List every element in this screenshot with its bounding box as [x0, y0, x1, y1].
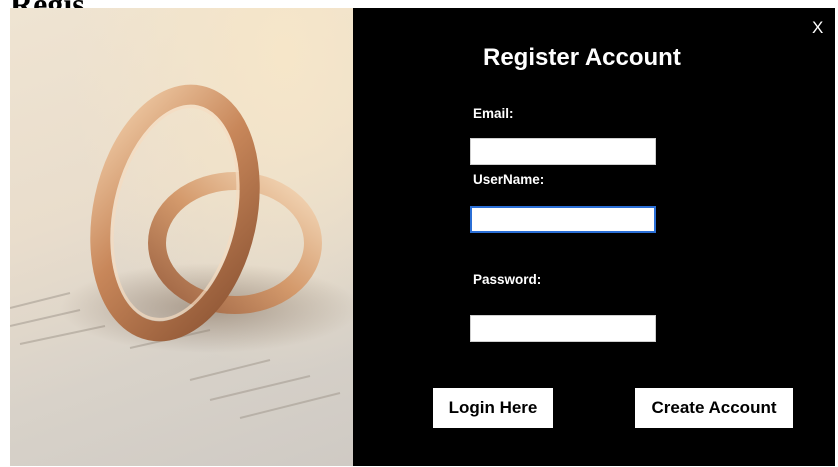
close-button[interactable]: X: [812, 18, 823, 38]
wedding-rings-illustration: [10, 84, 353, 419]
email-label: Email:: [473, 106, 514, 121]
create-account-button[interactable]: Create Account: [635, 388, 793, 428]
email-field[interactable]: [470, 138, 656, 165]
username-label: UserName:: [473, 172, 545, 187]
form-title: Register Account: [483, 44, 681, 71]
register-window: X Register Account Email: UserName: Pass…: [10, 8, 835, 466]
password-label: Password:: [473, 272, 542, 287]
login-here-button[interactable]: Login Here: [433, 388, 553, 428]
username-field[interactable]: [470, 206, 656, 233]
password-field[interactable]: [470, 315, 656, 342]
hero-image: [10, 8, 353, 466]
